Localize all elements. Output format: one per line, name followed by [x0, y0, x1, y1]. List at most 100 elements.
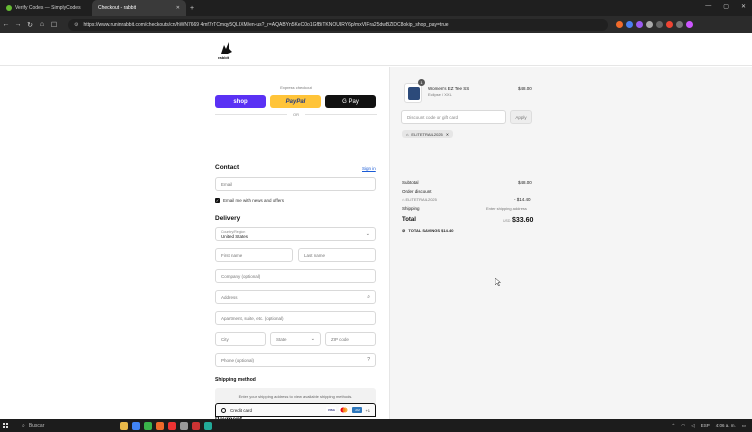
remove-discount-icon[interactable]: ✕ [446, 132, 449, 137]
zip-field[interactable]: ZIP code [325, 332, 376, 346]
address-field[interactable]: Address ⌕ [215, 290, 376, 304]
first-name-field[interactable]: First name [215, 248, 293, 262]
product-variant: Eclipse / XXL [428, 92, 452, 97]
shop-pay-button[interactable]: shop [215, 95, 266, 108]
app-icon[interactable] [204, 421, 212, 430]
tag-icon: ⌂ [406, 131, 409, 137]
tab-checkout[interactable]: Checkout - rabbit ✕ [92, 0, 186, 16]
order-discount-code-text: ELITETRAIL2025 [405, 197, 437, 202]
language-indicator[interactable]: ESP [701, 423, 710, 428]
search-icon: ⌕ [22, 422, 25, 429]
city-field[interactable]: City [215, 332, 266, 346]
tab-title: Checkout - rabbit [98, 5, 137, 11]
checkbox-checked-icon[interactable]: ✓ [215, 198, 220, 203]
currency-code: USD [503, 219, 511, 223]
app-icon[interactable] [144, 421, 152, 430]
product-thumbnail [404, 83, 422, 103]
delivery-heading: Delivery [215, 215, 241, 222]
google-pay-button[interactable]: G Pay [325, 95, 376, 108]
extension-icon[interactable] [646, 21, 653, 28]
wallet-icon[interactable] [676, 21, 683, 28]
extension-icon[interactable] [626, 21, 633, 28]
newsletter-label: Email me with news and offers [223, 198, 284, 203]
brave-shield-icon[interactable] [616, 21, 623, 28]
state-placeholder: State [276, 336, 287, 342]
chevron-down-icon: ⌄ [310, 336, 315, 342]
address-placeholder: Address [221, 294, 238, 300]
amex-icon: AM [352, 407, 363, 413]
state-select[interactable]: State ⌄ [270, 332, 321, 346]
taskbar-search-label: Buscar [28, 422, 45, 429]
last-name-field[interactable]: Last name [298, 248, 376, 262]
discount-chip: ⌂ ELITETRAIL2025 ✕ [402, 130, 454, 138]
product-name: Women's EZ Tee SS [428, 86, 470, 91]
extensions [616, 21, 693, 28]
discount-chip-code: ELITETRAIL2025 [411, 131, 443, 137]
taskbar-search[interactable]: ⌕ Buscar [22, 423, 44, 429]
url-input[interactable]: ⚙ https://www.runinrabbit.com/checkouts/… [68, 18, 608, 31]
email-field[interactable]: Email [215, 177, 376, 191]
chevron-up-icon[interactable]: ⌃ [672, 423, 676, 429]
app-icon[interactable] [168, 421, 176, 430]
bookmark-icon[interactable]: ☐ [48, 21, 60, 29]
site-info-icon[interactable]: ⚙ [74, 22, 78, 28]
vpn-icon[interactable] [666, 21, 673, 28]
credit-card-option[interactable]: Credit card VISA AM +1 [215, 403, 376, 417]
sidebar-icon[interactable] [656, 21, 663, 28]
sign-in-link[interactable]: Sign in [362, 166, 376, 171]
minimize-icon[interactable]: — [705, 3, 711, 10]
app-icon[interactable] [180, 421, 188, 430]
tshirt-icon [408, 87, 420, 100]
quantity-badge: 1 [418, 79, 425, 86]
chevron-down-icon: ⌄ [365, 231, 370, 237]
radio-selected-icon[interactable] [221, 407, 226, 413]
order-discount-label: Order discount [402, 189, 432, 194]
shipping-value: Enter shipping address [486, 206, 527, 211]
close-tab-icon[interactable]: ✕ [176, 5, 180, 11]
wifi-icon[interactable]: ◠ [681, 423, 685, 429]
notification-icon[interactable]: ▭ [742, 423, 746, 429]
phone-placeholder: Phone (optional) [221, 357, 255, 363]
back-icon[interactable]: ← [0, 21, 12, 28]
app-icon[interactable] [192, 421, 200, 430]
url-text: https://www.runinrabbit.com/checkouts/cn… [83, 21, 449, 28]
country-value: United States [221, 233, 249, 239]
newsletter-checkbox[interactable]: ✓ Email me with news and offers [215, 198, 284, 203]
checkout-form: Express checkout shop PayPal G Pay OR Co… [0, 67, 389, 430]
order-summary: 1 Women's EZ Tee SS Eclipse / XXL $48.00… [389, 67, 752, 419]
profile-icon[interactable] [686, 21, 693, 28]
brave-icon[interactable] [156, 421, 164, 430]
file-explorer-icon[interactable] [120, 421, 128, 430]
windows-start-icon[interactable] [3, 423, 8, 428]
browser-tab-bar: Verify Codes — SimplyCodes Checkout - ra… [0, 0, 752, 16]
volume-icon[interactable]: ◁ [691, 423, 694, 429]
new-tab-icon[interactable]: + [190, 5, 194, 12]
taskbar-apps [120, 421, 212, 430]
maximize-icon[interactable]: ▢ [723, 3, 729, 10]
tab-title: Verify Codes — SimplyCodes [15, 5, 81, 11]
apply-button[interactable]: Apply [510, 110, 532, 124]
mouse-cursor-icon [495, 278, 501, 286]
home-icon[interactable]: ⌂ [36, 21, 48, 28]
logo-text: rabbit [218, 55, 230, 60]
close-window-icon[interactable]: ✕ [741, 3, 746, 10]
phone-field[interactable]: Phone (optional) ? [215, 353, 376, 367]
apartment-field[interactable]: Apartment, suite, etc. (optional) [215, 311, 376, 325]
total-savings-text: TOTAL SAVINGS $14.40 [408, 228, 454, 233]
reload-icon[interactable]: ↻ [24, 21, 36, 29]
total-savings: ⊘ TOTAL SAVINGS $14.40 [402, 228, 453, 233]
tab-simplycodes[interactable]: Verify Codes — SimplyCodes [0, 0, 92, 16]
chrome-icon[interactable] [132, 421, 140, 430]
country-select[interactable]: Country/Region United States ⌄ [215, 227, 376, 241]
credit-card-label: Credit card [230, 407, 253, 413]
subtotal-label: Subtotal [402, 180, 419, 185]
clock[interactable]: 4:06 a. m. [716, 423, 736, 428]
company-field[interactable]: Company (optional) [215, 269, 376, 283]
subtotal-value: $48.00 [518, 180, 532, 185]
help-icon[interactable]: ? [367, 357, 370, 363]
paypal-button[interactable]: PayPal [270, 95, 321, 108]
forward-icon[interactable]: → [12, 21, 24, 28]
discount-code-input[interactable]: Discount code or gift card [401, 110, 506, 124]
extension-icon[interactable] [636, 21, 643, 28]
system-tray: ⌃ ◠ ◁ ESP 4:06 a. m. ▭ [672, 423, 746, 429]
